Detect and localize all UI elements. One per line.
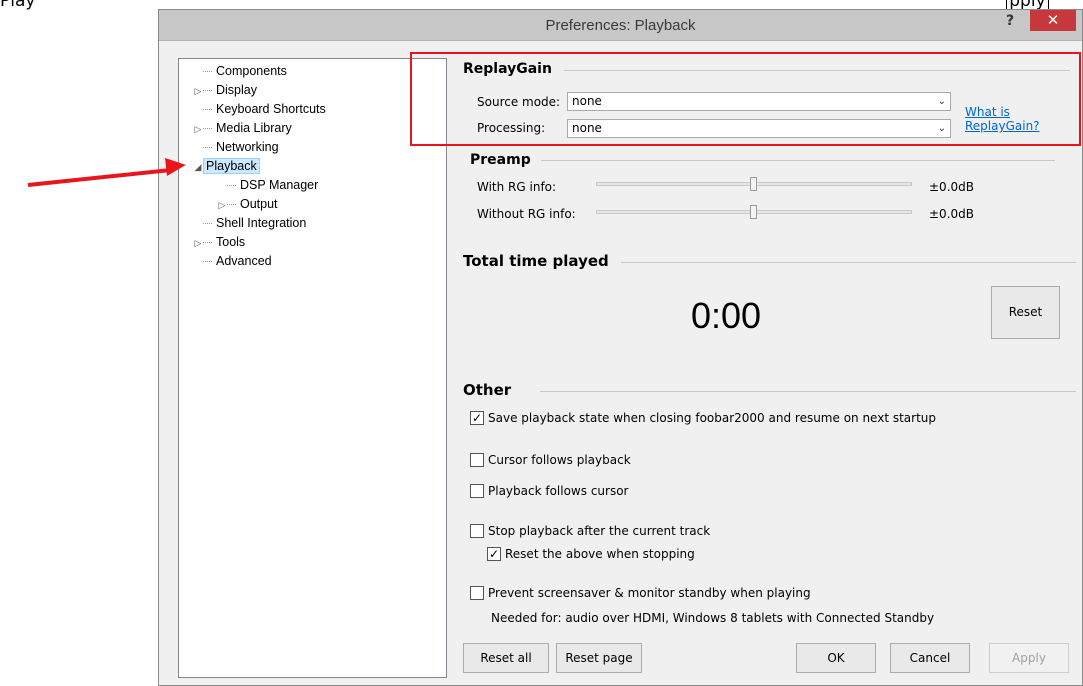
total-time-value: 0:00 (691, 295, 762, 336)
collapse-arrow-icon[interactable]: ◢ (193, 158, 203, 177)
title-bar: Preferences: Playback ? ✕ (159, 10, 1082, 41)
expand-arrow-icon[interactable]: ▷ (217, 196, 227, 215)
needed-for-note: Needed for: audio over HDMI, Windows 8 t… (491, 611, 935, 625)
reset-page-button[interactable]: Reset page (556, 643, 642, 673)
tree-item-label: Shell Integration (216, 216, 307, 230)
reset-above-checkbox[interactable]: ✓ (487, 547, 501, 561)
without-rg-value: ±0.0dB (929, 207, 974, 221)
playback-follows-checkbox[interactable] (470, 484, 484, 498)
tree-item-label: Display (216, 83, 257, 97)
save-state-checkbox[interactable]: ✓ (470, 411, 484, 425)
other-heading: Other (463, 381, 512, 399)
annotation-arrow-icon (165, 155, 187, 176)
reset-above-label: Reset the above when stopping (505, 547, 695, 561)
tree-item-output[interactable]: ▷ Output (217, 195, 280, 214)
without-rg-slider-thumb[interactable] (750, 205, 757, 219)
window-title: Preferences: Playback (545, 17, 696, 34)
tree-item-label: Playback (203, 158, 260, 174)
cursor-follows-checkbox[interactable] (470, 453, 484, 467)
annotation-arrow-shaft (27, 168, 168, 187)
apply-button[interactable]: Apply (989, 643, 1069, 673)
tree-item-label: Components (216, 64, 287, 78)
stop-after-checkbox[interactable] (470, 524, 484, 538)
prevent-screensaver-label: Prevent screensaver & monitor standby wh… (488, 586, 811, 600)
total-time-heading: Total time played (463, 252, 609, 270)
preamp-heading: Preamp (470, 152, 531, 168)
expand-arrow-icon[interactable]: ▷ (193, 234, 203, 253)
cursor-follows-label: Cursor follows playback (488, 453, 631, 467)
tree-item-networking[interactable]: Networking (193, 138, 281, 157)
tree-item-media-library[interactable]: ▷ Media Library (193, 119, 294, 138)
reset-all-button[interactable]: Reset all (463, 643, 549, 673)
save-state-label: Save playback state when closing foobar2… (488, 411, 937, 425)
playback-follows-label: Playback follows cursor (488, 484, 629, 498)
cancel-button[interactable]: Cancel (890, 643, 970, 673)
tree-item-label: Output (240, 197, 278, 211)
preferences-tree[interactable]: Components ▷ Display Keyboard Shortcuts ▷… (178, 58, 447, 678)
tree-item-shell-integration[interactable]: Shell Integration (193, 214, 308, 233)
stop-after-label: Stop playback after the current track (488, 524, 711, 538)
tree-item-label: Media Library (216, 121, 292, 135)
expand-arrow-icon[interactable]: ▷ (193, 82, 203, 101)
other-divider (540, 391, 1076, 392)
preamp-divider (541, 160, 1055, 161)
tree-item-display[interactable]: ▷ Display (193, 81, 259, 100)
tree-item-dsp-manager[interactable]: DSP Manager (217, 176, 320, 195)
tree-item-advanced[interactable]: Advanced (193, 252, 274, 271)
tree-item-label: Advanced (216, 254, 272, 268)
caption-text: Play (0, 0, 36, 11)
with-rg-value: ±0.0dB (929, 180, 974, 194)
expand-arrow-icon[interactable]: ▷ (193, 120, 203, 139)
reset-time-button[interactable]: Reset (991, 286, 1060, 339)
with-rg-slider-thumb[interactable] (750, 177, 757, 191)
without-rg-label: Without RG info: (477, 207, 576, 221)
annotation-highlight-box (410, 52, 1081, 146)
tree-item-label: Keyboard Shortcuts (216, 102, 326, 116)
tree-item-label: Networking (216, 140, 279, 154)
tree-item-tools[interactable]: ▷ Tools (193, 233, 247, 252)
tree-item-playback[interactable]: ◢ Playback (193, 157, 260, 176)
with-rg-label: With RG info: (477, 180, 557, 194)
help-button[interactable]: ? (998, 13, 1022, 35)
close-button[interactable]: ✕ (1030, 10, 1076, 31)
ok-button[interactable]: OK (796, 643, 876, 673)
total-time-divider (621, 262, 1076, 263)
tree-item-keyboard-shortcuts[interactable]: Keyboard Shortcuts (193, 100, 328, 119)
prevent-screensaver-checkbox[interactable] (470, 586, 484, 600)
tree-item-label: DSP Manager (240, 178, 319, 192)
tree-item-label: Tools (216, 235, 246, 249)
tree-item-components[interactable]: Components (193, 62, 289, 81)
